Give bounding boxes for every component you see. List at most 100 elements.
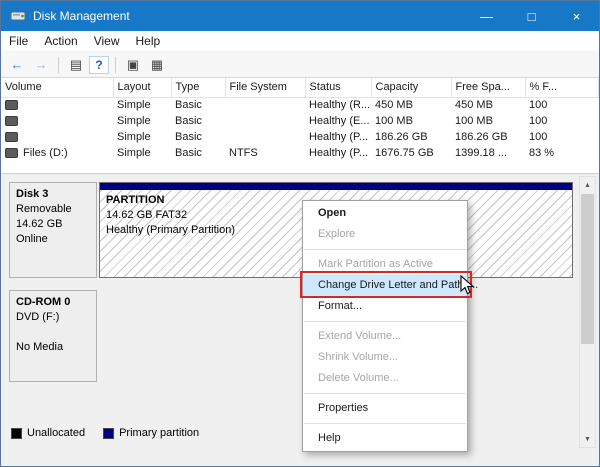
legend: Unallocated Primary partition — [11, 427, 199, 439]
disk-status: No Media — [16, 340, 90, 355]
menu-separator — [304, 321, 466, 322]
column-header-free-space[interactable]: Free Spa... — [451, 78, 525, 97]
menu-action[interactable]: Action — [36, 34, 85, 48]
cell-type: Basic — [171, 97, 225, 113]
menu-file[interactable]: File — [1, 34, 36, 48]
graphical-view-pane: Disk 3 Removable 14.62 GB Online PARTITI… — [1, 174, 599, 466]
cell-capacity: 1676.75 GB — [371, 145, 451, 161]
menu-item-explore: Explore — [303, 224, 467, 245]
cell-percent-free: 83 % — [525, 145, 599, 161]
cell-layout: Simple — [113, 113, 171, 129]
cdrom-row: CD-ROM 0 DVD (F:) No Media — [9, 290, 573, 382]
scroll-thumb[interactable] — [581, 194, 594, 344]
menu-item-properties[interactable]: Properties — [303, 398, 467, 419]
column-header-filesystem[interactable]: File System — [225, 78, 305, 97]
cell-status: Healthy (E... — [305, 113, 371, 129]
cell-free-space: 1399.18 ... — [451, 145, 525, 161]
cell-filesystem — [225, 113, 305, 129]
view-columns-icon[interactable]: ▦ — [146, 55, 168, 75]
back-icon[interactable]: ← — [6, 55, 28, 75]
disk-properties-icon[interactable]: ▣ — [122, 55, 144, 75]
column-header-status[interactable]: Status — [305, 78, 371, 97]
cdrom-header[interactable]: CD-ROM 0 DVD (F:) No Media — [9, 290, 97, 382]
table-row[interactable]: Simple Basic Healthy (P... 186.26 GB 186… — [1, 129, 599, 145]
toolbar-separator — [115, 57, 116, 73]
column-header-volume[interactable]: Volume — [1, 78, 113, 97]
unallocated-swatch — [11, 428, 22, 439]
cell-status: Healthy (P... — [305, 145, 371, 161]
help-icon[interactable]: ? — [89, 56, 109, 74]
menu-separator — [304, 423, 466, 424]
menu-item-open[interactable]: Open — [303, 203, 467, 224]
forward-icon[interactable]: → — [30, 55, 52, 75]
table-row[interactable]: Simple Basic Healthy (E... 100 MB 100 MB… — [1, 113, 599, 129]
legend-label: Unallocated — [27, 427, 85, 439]
cell-status: Healthy (P... — [305, 129, 371, 145]
table-row[interactable]: Files (D:) Simple Basic NTFS Healthy (P.… — [1, 145, 599, 161]
toolbar: ← → ▤ ? ▣ ▦ — [1, 52, 599, 78]
close-button[interactable]: × — [554, 1, 599, 31]
disk3-header[interactable]: Disk 3 Removable 14.62 GB Online — [9, 182, 97, 278]
menu-item-change-drive-letter[interactable]: Change Drive Letter and Paths... — [303, 275, 467, 296]
column-header-capacity[interactable]: Capacity — [371, 78, 451, 97]
minimize-button[interactable]: — — [464, 1, 509, 31]
cell-type: Basic — [171, 145, 225, 161]
cell-free-space: 100 MB — [451, 113, 525, 129]
disk3-row: Disk 3 Removable 14.62 GB Online PARTITI… — [9, 182, 573, 278]
menu-item-help[interactable]: Help — [303, 428, 467, 449]
vertical-scrollbar[interactable]: ▲ ▼ — [579, 176, 596, 448]
volume-icon — [5, 116, 18, 126]
cell-volume — [1, 129, 113, 145]
console-tree-icon[interactable]: ▤ — [65, 55, 87, 75]
cell-filesystem — [225, 129, 305, 145]
maximize-button[interactable]: □ — [509, 1, 554, 31]
scroll-down-icon[interactable]: ▼ — [580, 431, 595, 447]
menu-separator — [304, 393, 466, 394]
cell-type: Basic — [171, 129, 225, 145]
toolbar-separator — [58, 57, 59, 73]
cell-filesystem — [225, 97, 305, 113]
column-header-type[interactable]: Type — [171, 78, 225, 97]
cell-free-space: 186.26 GB — [451, 129, 525, 145]
cell-layout: Simple — [113, 129, 171, 145]
volume-list-pane: Volume Layout Type File System Status Ca… — [1, 78, 599, 174]
primary-partition-swatch — [103, 428, 114, 439]
cell-free-space: 450 MB — [451, 97, 525, 113]
menu-item-delete-volume: Delete Volume... — [303, 368, 467, 389]
volume-label: Files (D:) — [23, 147, 68, 159]
cell-layout: Simple — [113, 145, 171, 161]
table-row[interactable]: Simple Basic Healthy (R... 450 MB 450 MB… — [1, 97, 599, 113]
legend-label: Primary partition — [119, 427, 199, 439]
cell-capacity: 186.26 GB — [371, 129, 451, 145]
column-header-percent-free[interactable]: % F... — [525, 78, 599, 97]
table-header-row: Volume Layout Type File System Status Ca… — [1, 78, 599, 97]
cell-filesystem: NTFS — [225, 145, 305, 161]
column-header-layout[interactable]: Layout — [113, 78, 171, 97]
menubar: File Action View Help — [1, 31, 599, 52]
context-menu: Open Explore Mark Partition as Active Ch… — [302, 200, 468, 452]
disk-kind: DVD (F:) — [16, 310, 90, 325]
menu-help[interactable]: Help — [128, 34, 169, 48]
cell-volume — [1, 113, 113, 129]
volume-icon — [5, 148, 18, 158]
legend-primary-partition: Primary partition — [103, 427, 199, 439]
menu-item-extend-volume: Extend Volume... — [303, 326, 467, 347]
window-title: Disk Management — [33, 9, 464, 23]
cell-capacity: 450 MB — [371, 97, 451, 113]
menu-item-mark-partition-active: Mark Partition as Active — [303, 254, 467, 275]
cell-type: Basic — [171, 113, 225, 129]
disk-name: CD-ROM 0 — [16, 295, 90, 310]
disk-size: 14.62 GB — [16, 217, 90, 232]
scroll-up-icon[interactable]: ▲ — [580, 177, 595, 193]
cell-volume: Files (D:) — [1, 145, 113, 161]
partition-color-bar — [100, 183, 572, 190]
menu-item-format[interactable]: Format... — [303, 296, 467, 317]
cell-percent-free: 100 — [525, 97, 599, 113]
menu-item-shrink-volume: Shrink Volume... — [303, 347, 467, 368]
spacer — [16, 325, 90, 340]
menu-view[interactable]: View — [86, 34, 128, 48]
volume-table: Volume Layout Type File System Status Ca… — [1, 78, 599, 161]
disk-status: Online — [16, 232, 90, 247]
cell-status: Healthy (R... — [305, 97, 371, 113]
menu-separator — [304, 249, 466, 250]
